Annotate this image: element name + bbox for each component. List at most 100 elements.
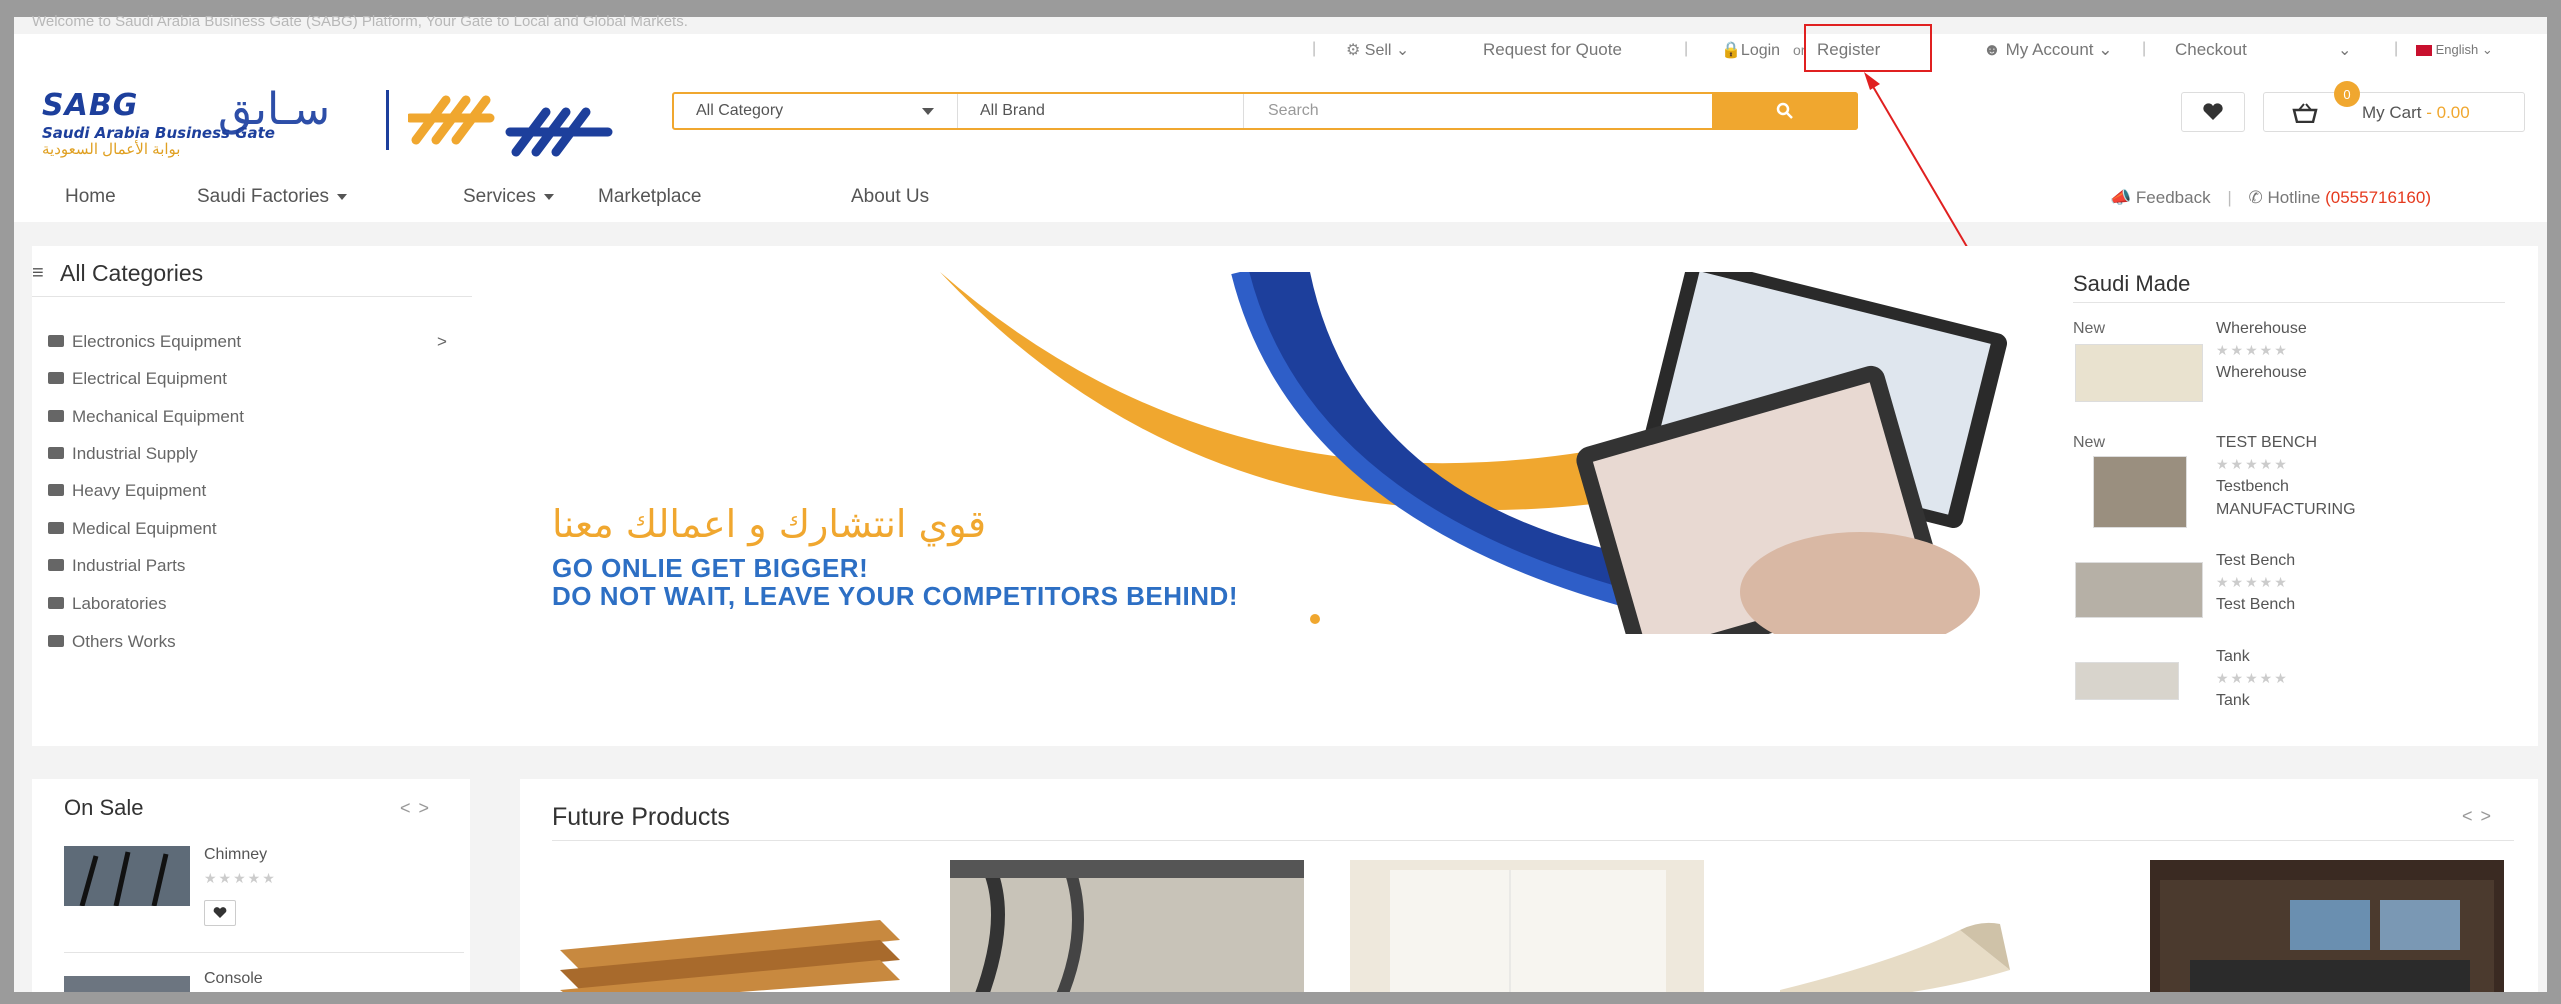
phone-icon: ✆: [2248, 188, 2263, 207]
divider: [552, 840, 2514, 841]
product-description: MANUFACTURING: [2216, 501, 2356, 518]
lock-icon: 🔒: [1721, 42, 1741, 59]
carousel-dot[interactable]: [1310, 614, 1320, 624]
new-badge: New: [2073, 434, 2106, 451]
login-label: Login: [1740, 42, 1781, 59]
nav-marketplace[interactable]: Marketplace: [598, 186, 702, 208]
hotline: ✆ Hotline (0555716160): [2248, 188, 2431, 207]
category-item[interactable]: Industrial Supply: [72, 444, 198, 464]
product-description: Test Bench: [2216, 596, 2296, 613]
categories-title: All Categories: [60, 260, 204, 286]
sale-item-name[interactable]: Console: [204, 970, 263, 988]
product-description: Testbench: [2216, 478, 2289, 495]
product-thumbnail[interactable]: [2075, 344, 2203, 402]
category-item[interactable]: Laboratories: [72, 594, 167, 614]
product-thumbnail[interactable]: [2075, 662, 2179, 700]
nav-services-label: Services: [463, 186, 536, 207]
product-card[interactable]: [2150, 860, 2504, 1004]
search-input[interactable]: [1246, 94, 1672, 128]
product-name[interactable]: TEST BENCH: [2216, 434, 2317, 452]
annotation-arrow: [1864, 72, 1971, 253]
rating-stars: ★★★★★: [2216, 574, 2289, 590]
product-description: Tank: [2216, 692, 2250, 709]
nav-services[interactable]: Services: [463, 186, 554, 208]
cart-count-badge: 0: [2334, 81, 2360, 107]
search-button[interactable]: [1712, 92, 1858, 130]
megaphone-icon: 📣: [2110, 188, 2132, 207]
divider: [2073, 302, 2505, 303]
category-item[interactable]: Mechanical Equipment: [72, 407, 244, 427]
my-account-menu[interactable]: ☻ My Account ⌄: [1983, 40, 2112, 60]
product-card[interactable]: [1760, 860, 2120, 1004]
caret-down-icon: [337, 193, 348, 200]
category-item[interactable]: Others Works: [72, 632, 176, 652]
product-thumbnail[interactable]: [2093, 456, 2187, 528]
on-sale-nav[interactable]: <>: [400, 798, 437, 819]
sell-icon: ⚙: [1346, 42, 1361, 59]
wishlist-button[interactable]: [204, 900, 236, 926]
hotline-label: Hotline: [2267, 188, 2321, 207]
divider: [32, 296, 472, 297]
nav-home[interactable]: Home: [65, 186, 116, 208]
chevron-right-icon: >: [437, 332, 447, 351]
welcome-text: Welcome to Saudi Arabia Business Gate (S…: [32, 13, 688, 30]
language-dropdown[interactable]: English ⌄: [2416, 42, 2493, 58]
product-name[interactable]: Test Bench: [2216, 552, 2295, 570]
product-thumbnail[interactable]: [64, 846, 190, 906]
product-image: [950, 860, 1304, 1003]
product-card[interactable]: [1350, 860, 1704, 1004]
banner-arabic-text: قوي انتشارك و اعمالك معنا: [552, 502, 987, 546]
nav-saudi-factories-label: Saudi Factories: [197, 186, 330, 207]
sell-label: Sell: [1364, 42, 1392, 59]
product-thumbnail[interactable]: [2075, 562, 2203, 618]
category-icon: [48, 559, 64, 571]
login-link[interactable]: 🔒Login: [1721, 40, 1780, 60]
category-item[interactable]: Electrical Equipment: [72, 369, 227, 389]
category-select[interactable]: All Category: [674, 94, 958, 128]
category-item[interactable]: Industrial Parts: [72, 556, 185, 576]
heart-icon: [213, 907, 227, 918]
nav-saudi-factories[interactable]: Saudi Factories: [197, 186, 348, 208]
checkout-link[interactable]: Checkout: [2175, 40, 2247, 60]
sell-menu[interactable]: ⚙ Sell ⌄: [1346, 40, 1409, 60]
product-image: [2160, 880, 2494, 1004]
separator: |: [2142, 40, 2147, 57]
category-item[interactable]: Electronics Equipment: [72, 332, 241, 352]
wishlist-button[interactable]: [2181, 92, 2245, 132]
nav-about[interactable]: About Us: [851, 186, 929, 208]
basket-icon: [2292, 103, 2318, 123]
hotline-number: (0555716160): [2325, 188, 2431, 207]
future-products-title: Future Products: [552, 803, 730, 831]
rfq-link[interactable]: Request for Quote: [1483, 40, 1622, 60]
left-frame: [0, 0, 14, 1004]
feedback-label: Feedback: [2135, 188, 2211, 207]
flag-icon: [2416, 45, 2432, 57]
cart-button[interactable]: 0 My Cart - 0.00: [2263, 81, 2525, 132]
category-item[interactable]: Medical Equipment: [72, 519, 217, 539]
product-card[interactable]: [550, 860, 910, 1004]
category-item[interactable]: Heavy Equipment: [72, 481, 206, 501]
product-image: [1780, 922, 2010, 1004]
logo-text-en: SABG: [42, 88, 139, 123]
currency-dropdown[interactable]: ⌄: [2338, 40, 2351, 60]
brand-select-value: All Brand: [980, 102, 1045, 119]
future-products-nav[interactable]: <>: [2462, 806, 2499, 827]
brand-select[interactable]: All Brand: [958, 94, 1244, 128]
saudi-made-title: Saudi Made: [2073, 271, 2191, 296]
menu-icon: ≡: [32, 262, 44, 284]
search-bar: All Category All Brand: [672, 92, 1858, 130]
product-name[interactable]: Tank: [2216, 648, 2250, 666]
feedback-link[interactable]: 📣 Feedback: [2110, 188, 2211, 207]
banner-line-1: GO ONLIE GET BIGGER!: [552, 553, 869, 583]
rating-stars: ★★★★★: [2216, 670, 2289, 686]
sale-item-name[interactable]: Chimney: [204, 846, 267, 864]
user-icon: ☻: [1983, 40, 2001, 59]
product-card[interactable]: [950, 860, 1304, 1004]
cart-label-text: My Cart: [2362, 103, 2422, 122]
category-icon: [48, 335, 64, 347]
product-name[interactable]: Wherehouse: [2216, 320, 2307, 338]
heart-icon: [2203, 103, 2223, 120]
logo-subtitle-ar: بوابة الأعمال السعودية: [42, 141, 181, 158]
category-icon: [48, 522, 64, 534]
rating-stars: ★★★★★: [2216, 456, 2289, 472]
